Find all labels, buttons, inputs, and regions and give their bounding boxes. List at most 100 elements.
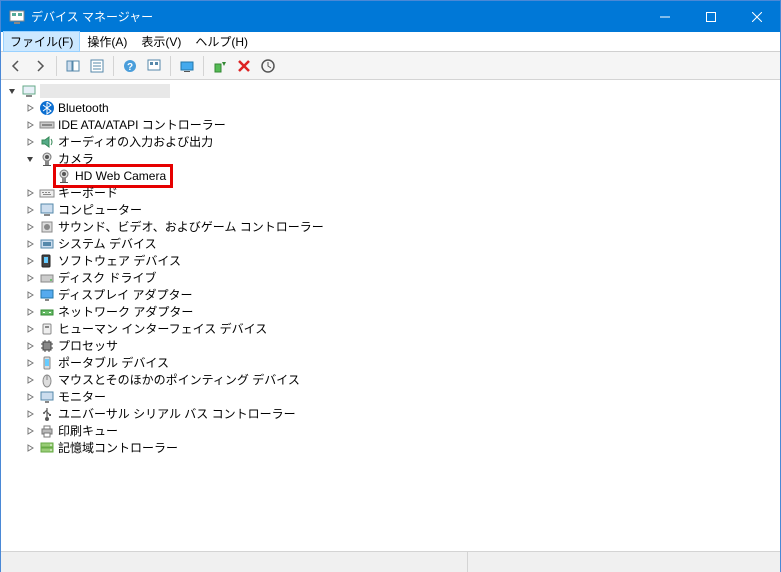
expander-icon[interactable] [23,407,37,421]
minimize-button[interactable] [642,1,688,32]
prop-sheet-button[interactable] [86,55,108,77]
tree-category-disk[interactable]: ディスク ドライブ [5,269,780,286]
category-label: Bluetooth [58,101,109,115]
tree-root-node[interactable] [5,82,780,99]
hid-icon [39,321,55,337]
expander-icon[interactable] [23,390,37,404]
category-label: ポータブル デバイス [58,354,169,371]
category-label: ディスク ドライブ [58,269,157,286]
monitor-icon [39,389,55,405]
expander-icon[interactable] [23,305,37,319]
category-label: IDE ATA/ATAPI コントローラー [58,116,226,133]
expander-icon[interactable] [23,220,37,234]
network-icon [39,304,55,320]
expander-icon[interactable] [23,424,37,438]
category-label: 印刷キュー [58,422,118,439]
root-label-redacted [40,84,170,98]
close-button[interactable] [734,1,780,32]
category-label: オーディオの入力および出力 [58,133,213,150]
device-label: HD Web Camera [75,169,166,183]
uninstall-button[interactable] [233,55,255,77]
tree-category-ide[interactable]: IDE ATA/ATAPI コントローラー [5,116,780,133]
help-button[interactable]: ? [119,55,141,77]
software-icon [39,253,55,269]
tree-category-computer[interactable]: コンピューター [5,201,780,218]
titlebar[interactable]: デバイス マネージャー [1,1,780,32]
expander-icon[interactable] [23,254,37,268]
hd-web-camera-icon [56,168,72,184]
menu-action[interactable]: 操作(A) [80,31,134,52]
menu-help[interactable]: ヘルプ(H) [188,31,255,52]
enable-button[interactable] [209,55,231,77]
display-icon [39,287,55,303]
expander-icon[interactable] [23,322,37,336]
status-pane-1 [1,552,468,572]
show-hide-tree-button[interactable] [62,55,84,77]
tree-category-sound[interactable]: サウンド、ビデオ、およびゲーム コントローラー [5,218,780,235]
keyboard-icon [39,185,55,201]
tree-category-monitor[interactable]: モニター [5,388,780,405]
computer-icon [39,202,55,218]
status-pane-2 [468,552,780,572]
tree-category-processor[interactable]: プロセッサ [5,337,780,354]
tree-category-hid[interactable]: ヒューマン インターフェイス デバイス [5,320,780,337]
back-button[interactable] [5,55,27,77]
expander-icon[interactable] [23,101,37,115]
sound-icon [39,219,55,235]
category-label: ネットワーク アダプター [58,303,193,320]
expander-icon[interactable] [23,135,37,149]
window-controls [642,1,780,32]
expander-icon[interactable] [23,237,37,251]
category-label: キーボード [58,184,118,201]
menu-view[interactable]: 表示(V) [134,31,188,52]
audio-io-icon [39,134,55,150]
category-label: マウスとそのほかのポインティング デバイス [58,371,300,388]
tree-category-display[interactable]: ディスプレイ アダプター [5,286,780,303]
expander-icon[interactable] [23,373,37,387]
expander-icon[interactable] [23,441,37,455]
tree-category-portable[interactable]: ポータブル デバイス [5,354,780,371]
statusbar [1,551,780,572]
scan-hardware-button[interactable] [257,55,279,77]
category-label: システム デバイス [58,235,157,252]
separator [113,56,114,76]
expander-icon[interactable] [23,271,37,285]
forward-button[interactable] [29,55,51,77]
expander-icon[interactable] [23,203,37,217]
expander-icon[interactable] [23,356,37,370]
separator [56,56,57,76]
expander-icon[interactable] [23,152,37,166]
category-label: コンピューター [58,201,142,218]
tree-category-storage-ctl[interactable]: 記憶域コントローラー [5,439,780,456]
tree-category-mouse[interactable]: マウスとそのほかのポインティング デバイス [5,371,780,388]
svg-text:?: ? [127,62,133,73]
storage-ctl-icon [39,440,55,456]
tree-category-bluetooth[interactable]: Bluetooth [5,99,780,116]
expander-icon[interactable] [23,118,37,132]
system-icon [39,236,55,252]
category-label: サウンド、ビデオ、およびゲーム コントローラー [58,218,324,235]
tree-category-system[interactable]: システム デバイス [5,235,780,252]
maximize-button[interactable] [688,1,734,32]
tree-category-usb[interactable]: ユニバーサル シリアル バス コントローラー [5,405,780,422]
update-driver-button[interactable] [176,55,198,77]
expander-icon[interactable] [23,186,37,200]
separator [170,56,171,76]
tree-category-print-queue[interactable]: 印刷キュー [5,422,780,439]
category-label: 記憶域コントローラー [58,439,178,456]
processor-icon [39,338,55,354]
tree-category-audio-io[interactable]: オーディオの入力および出力 [5,133,780,150]
expander-icon[interactable] [5,84,19,98]
expander-icon[interactable] [23,339,37,353]
tree-category-network[interactable]: ネットワーク アダプター [5,303,780,320]
menu-file[interactable]: ファイル(F) [3,31,80,52]
tree-content[interactable]: BluetoothIDE ATA/ATAPI コントローラーオーディオの入力およ… [1,80,780,550]
devices-button[interactable] [143,55,165,77]
expander-icon[interactable] [23,288,37,302]
category-label: ヒューマン インターフェイス デバイス [58,320,267,337]
tree-device-hd-web-camera[interactable]: HD Web Camera [5,167,780,184]
tree-category-software[interactable]: ソフトウェア デバイス [5,252,780,269]
category-label: ディスプレイ アダプター [58,286,193,303]
disk-icon [39,270,55,286]
bluetooth-icon [39,100,55,116]
